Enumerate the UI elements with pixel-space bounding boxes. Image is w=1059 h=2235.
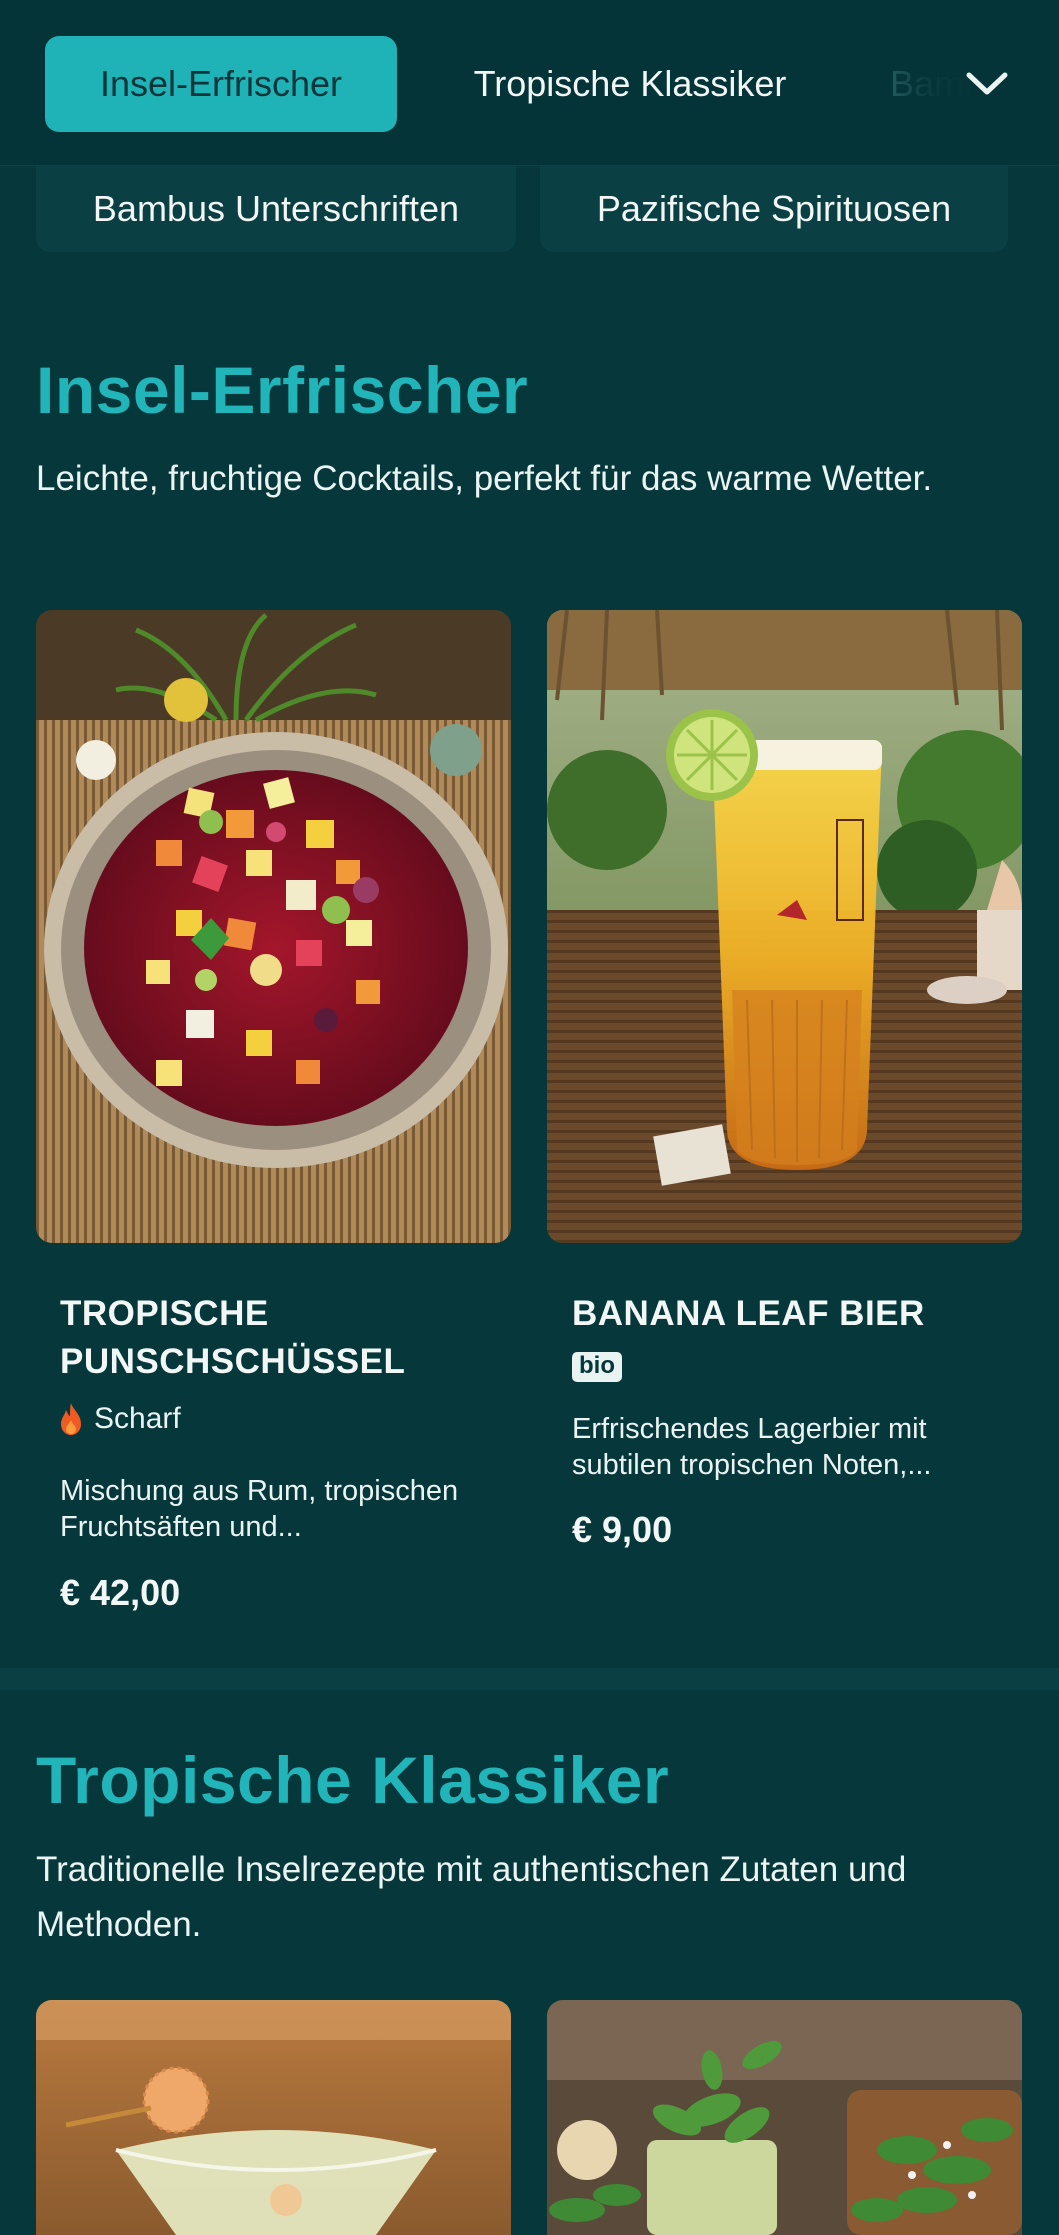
section-title: Tropische Klassiker: [36, 1743, 670, 1817]
tab-bambus-unterschriften[interactable]: Bambus Unterschriften: [890, 36, 970, 132]
category-pills: Bambus Unterschriften Pazifische Spiritu…: [0, 166, 1059, 252]
mint-cocktail-image[interactable]: [547, 2000, 1022, 2235]
section-title: Insel-Erfrischer: [36, 353, 529, 427]
flame-icon: [58, 1402, 84, 1436]
pill-pazifische-spirituosen[interactable]: Pazifische Spirituosen: [540, 166, 1008, 252]
item-price: € 9,00: [572, 1509, 673, 1550]
item-name[interactable]: BANANA LEAF BIER: [572, 1290, 1012, 1338]
section-divider: [0, 1668, 1059, 1690]
pill-bambus-unterschriften[interactable]: Bambus Unterschriften: [36, 166, 516, 252]
lychee-martini-image[interactable]: [36, 2000, 511, 2235]
tag-label: Scharf: [94, 1402, 181, 1435]
category-nav: Insel-Erfrischer Tropische Klassiker Bam…: [0, 0, 1059, 166]
section-description: Leichte, fruchtige Cocktails, perfekt fü…: [36, 459, 933, 498]
banana-leaf-beer-image[interactable]: [547, 610, 1022, 1243]
tab-tropische-klassiker[interactable]: Tropische Klassiker: [430, 36, 830, 132]
chevron-down-icon[interactable]: [960, 60, 1014, 108]
spicy-tag: Scharf: [58, 1402, 181, 1436]
bio-badge: bio: [572, 1352, 622, 1382]
punch-bowl-image[interactable]: [36, 610, 511, 1243]
section-description: Traditionelle Inselrezepte mit authentis…: [36, 1850, 907, 1944]
item-price: € 42,00: [60, 1572, 181, 1613]
item-name[interactable]: TROPISCHE PUNSCHSCHÜSSEL: [60, 1290, 490, 1386]
tab-insel-erfrischer[interactable]: Insel-Erfrischer: [45, 36, 397, 132]
item-description: Mischung aus Rum, tropischen Fruchtsäfte…: [60, 1475, 459, 1543]
item-description: Erfrischendes Lagerbier mit subtilen tro…: [572, 1413, 932, 1481]
